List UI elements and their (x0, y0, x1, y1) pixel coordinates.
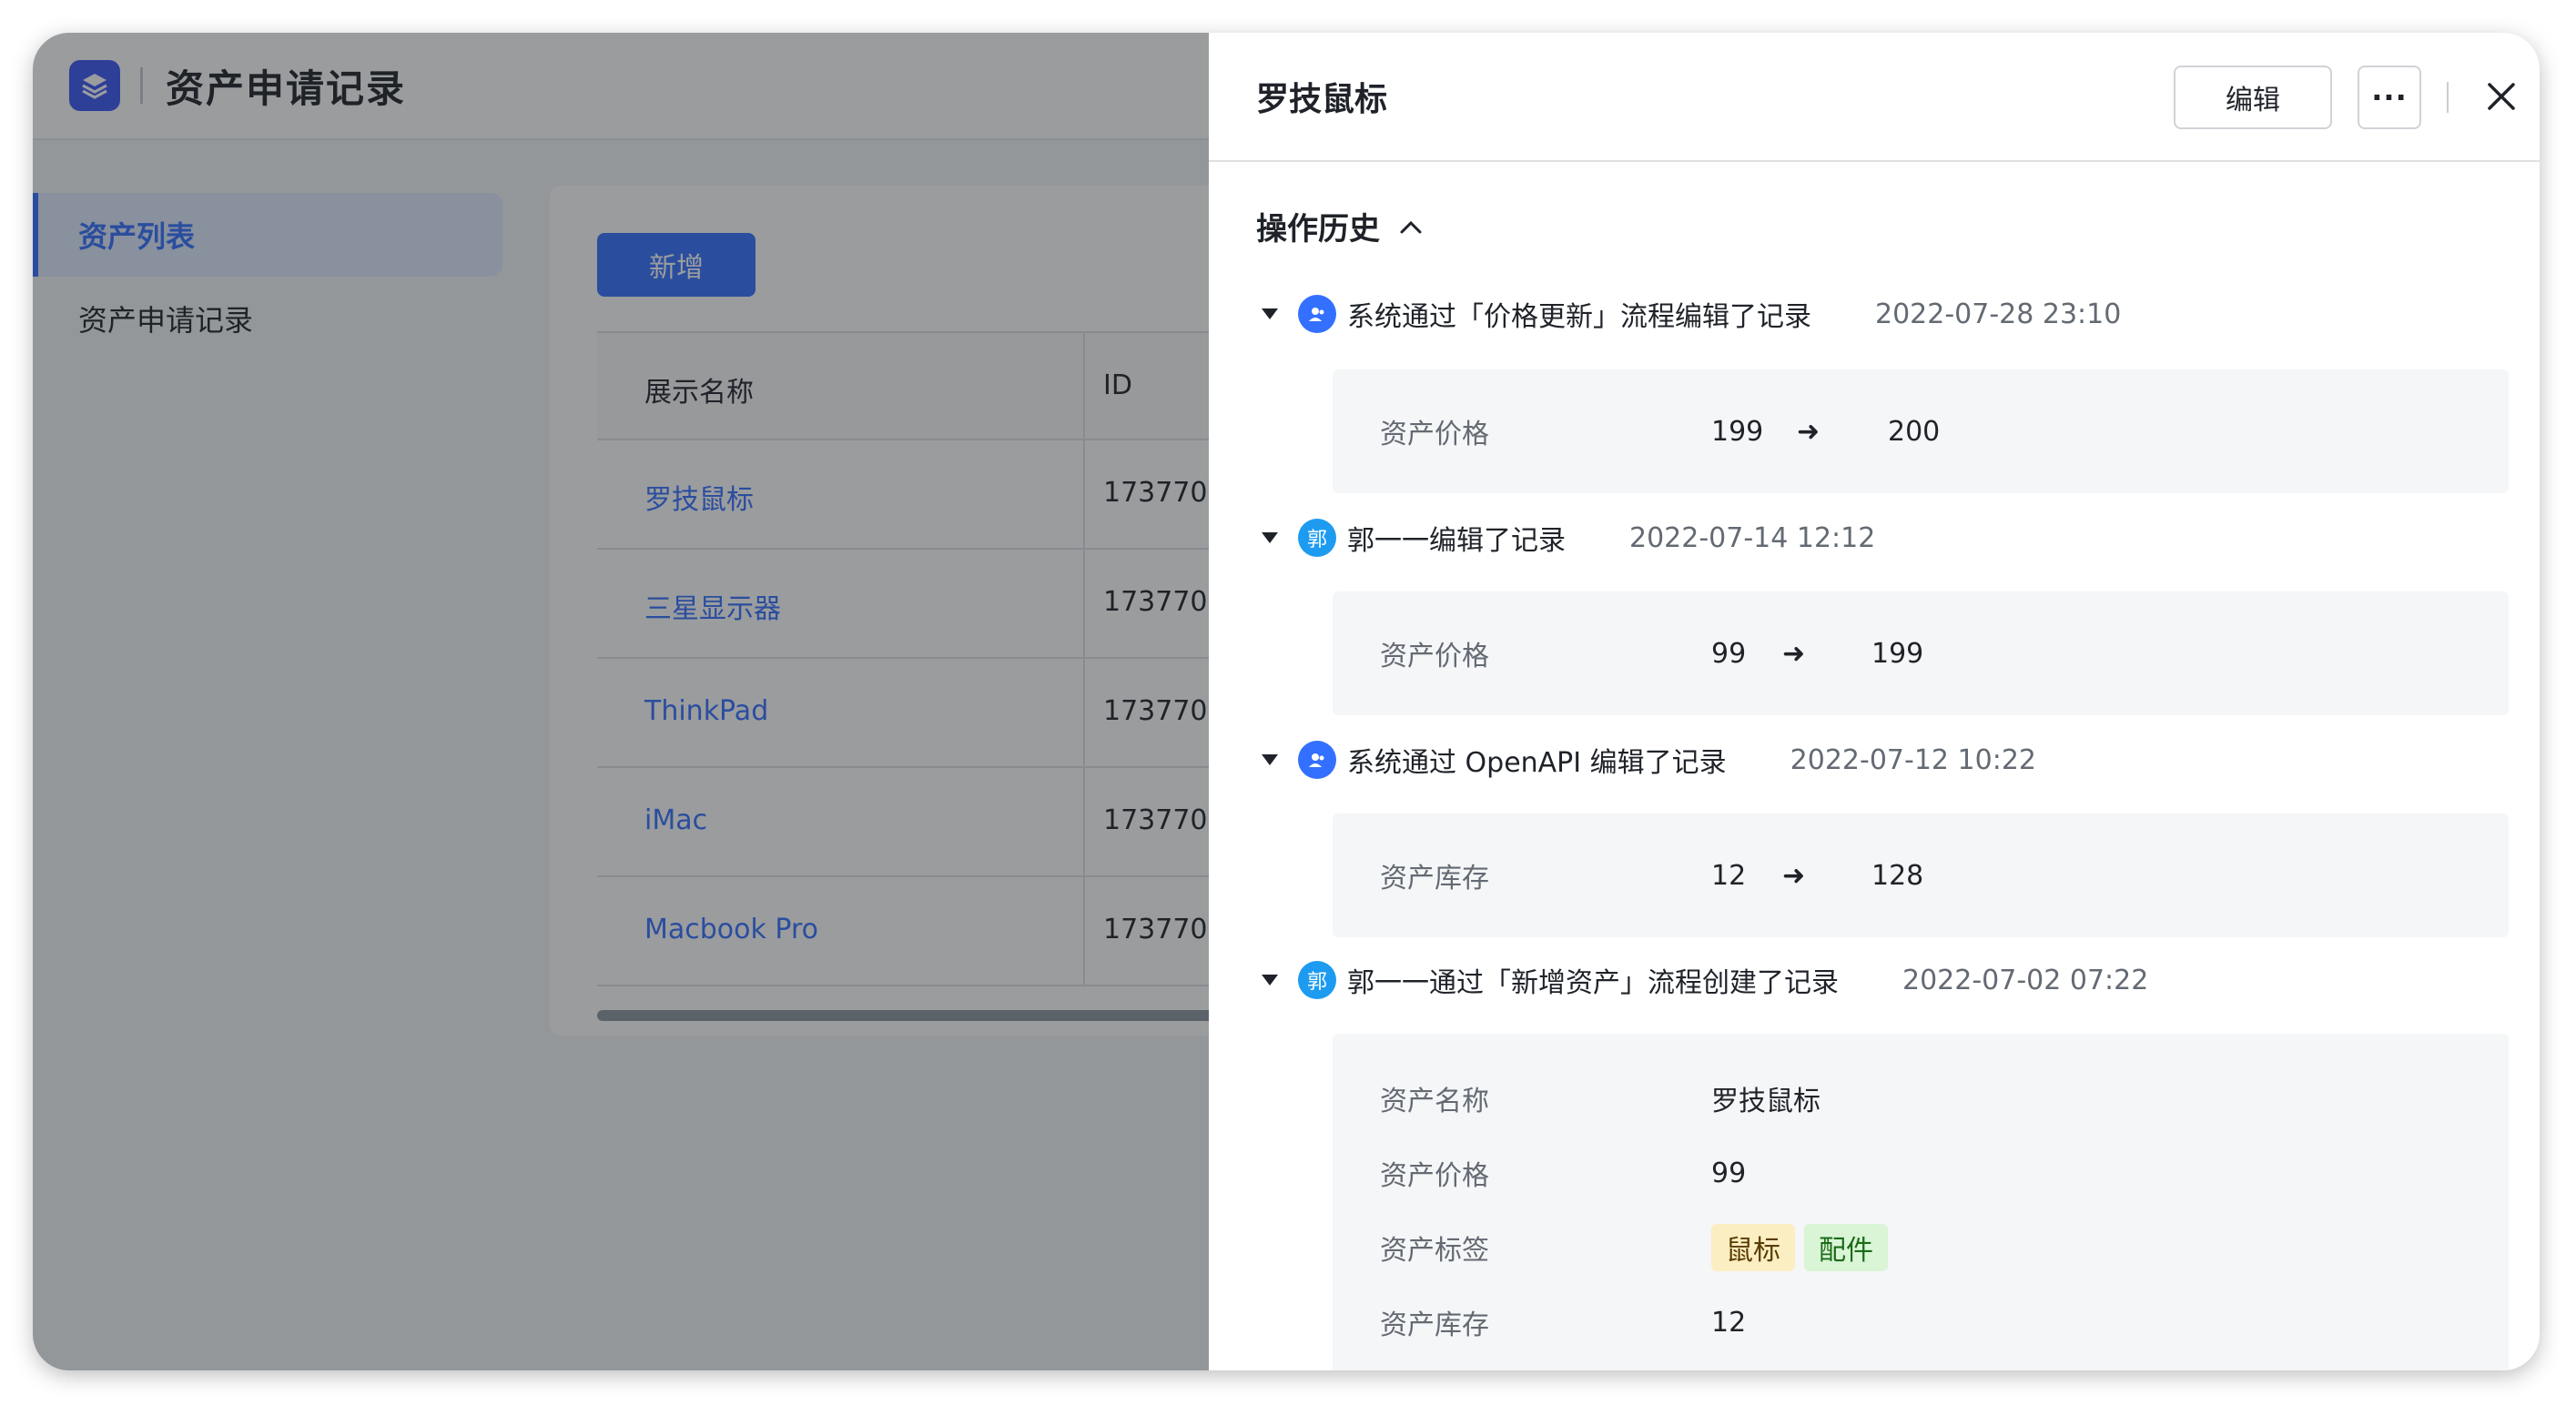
history-entry-header[interactable]: 郭 郭一一编辑了记录 2022-07-14 12:12 (1256, 515, 1875, 561)
close-icon (2488, 83, 2515, 110)
header-divider (2447, 82, 2449, 113)
field-row: 资产标签 鼠标 配件 (1380, 1224, 2472, 1271)
field-value: 99 (1711, 1157, 1747, 1189)
system-avatar-icon (1298, 295, 1336, 333)
close-button[interactable] (2472, 67, 2530, 126)
more-icon: ··· (2371, 80, 2408, 115)
field-row: 资产库存 12 (1380, 1299, 2472, 1345)
caret-down-icon[interactable] (1262, 308, 1278, 319)
caret-down-icon[interactable] (1262, 754, 1278, 765)
change-label: 资产库存 (1380, 863, 1489, 895)
history-entry-header[interactable]: 郭 郭一一通过「新增资产」流程创建了记录 2022-07-02 07:22 (1256, 957, 2148, 1003)
history-entry-header[interactable]: 系统通过「价格更新」流程编辑了记录 2022-07-28 23:10 (1256, 291, 2121, 337)
field-row: 资产名称 罗技鼠标 (1380, 1076, 2472, 1121)
field-label: 资产价格 (1380, 1160, 1489, 1192)
history-detail-box: 资产价格 99 ➜ 199 (1333, 591, 2509, 715)
record-drawer: 罗技鼠标 编辑 ··· 操作历史 系统通过「价格更新」流程编辑了记录 2022-… (1209, 33, 2540, 1370)
change-label: 资产价格 (1380, 419, 1489, 450)
change-old-value: 99 (1711, 637, 1747, 670)
edit-button[interactable]: 编辑 (2174, 66, 2332, 129)
arrow-right-icon: ➜ (1797, 415, 1820, 448)
more-button[interactable]: ··· (2358, 66, 2421, 129)
history-entry-time: 2022-07-28 23:10 (1875, 298, 2122, 330)
history-entry-text: 郭一一通过「新增资产」流程创建了记录 (1347, 967, 1839, 999)
change-new-value: 128 (1871, 859, 1924, 892)
history-entry-text: 郭一一编辑了记录 (1347, 525, 1566, 557)
history-entry-time: 2022-07-12 10:22 (1790, 743, 2037, 776)
history-entry-time: 2022-07-14 12:12 (1629, 521, 1876, 554)
field-row: 资产价格 99 (1380, 1150, 2472, 1196)
tag-mouse: 鼠标 (1711, 1224, 1795, 1271)
history-entry-text: 系统通过「价格更新」流程编辑了记录 (1347, 301, 1811, 333)
field-label: 资产名称 (1380, 1086, 1489, 1117)
history-section-toggle[interactable]: 操作历史 (1256, 204, 1424, 248)
system-avatar-icon (1298, 741, 1336, 779)
chevron-up-icon (1398, 217, 1424, 236)
change-row: 资产价格 99 ➜ 199 (1380, 631, 2472, 676)
change-label: 资产价格 (1380, 641, 1489, 672)
change-row: 资产库存 12 ➜ 128 (1380, 853, 2472, 898)
tag-list: 鼠标 配件 (1711, 1224, 1897, 1271)
caret-down-icon[interactable] (1262, 975, 1278, 986)
drawer-mask[interactable] (33, 33, 1209, 1370)
history-detail-box: 资产名称 罗技鼠标 资产价格 99 资产标签 鼠标 配件 资产库存 12 (1333, 1034, 2509, 1370)
history-detail-box: 资产库存 12 ➜ 128 (1333, 814, 2509, 937)
field-label: 资产标签 (1380, 1235, 1489, 1267)
drawer-header: 罗技鼠标 编辑 ··· (1209, 33, 2540, 162)
history-detail-box: 资产价格 199 ➜ 200 (1333, 369, 2509, 493)
history-section-title: 操作历史 (1256, 211, 1380, 248)
field-label: 资产库存 (1380, 1309, 1489, 1341)
tag-accessory: 配件 (1804, 1224, 1888, 1271)
history-entry-text: 系统通过 OpenAPI 编辑了记录 (1347, 747, 1727, 779)
change-old-value: 199 (1711, 415, 1764, 448)
field-value: 12 (1711, 1306, 1747, 1339)
user-avatar: 郭 (1298, 961, 1336, 999)
drawer-title: 罗技鼠标 (1256, 81, 1388, 118)
arrow-right-icon: ➜ (1782, 859, 1806, 892)
arrow-right-icon: ➜ (1782, 637, 1806, 670)
change-row: 资产价格 199 ➜ 200 (1380, 409, 2472, 454)
app-window: 资产申请记录 资产列表 资产申请记录 新增 展示名称 ID 罗技鼠标 17377… (33, 33, 2540, 1370)
field-value: 罗技鼠标 (1711, 1086, 1820, 1117)
history-entry-header[interactable]: 系统通过 OpenAPI 编辑了记录 2022-07-12 10:22 (1256, 737, 2036, 783)
change-new-value: 200 (1888, 415, 1941, 448)
caret-down-icon[interactable] (1262, 532, 1278, 543)
change-new-value: 199 (1871, 637, 1924, 670)
user-avatar: 郭 (1298, 519, 1336, 557)
change-old-value: 12 (1711, 859, 1747, 892)
history-entry-time: 2022-07-02 07:22 (1902, 964, 2149, 996)
